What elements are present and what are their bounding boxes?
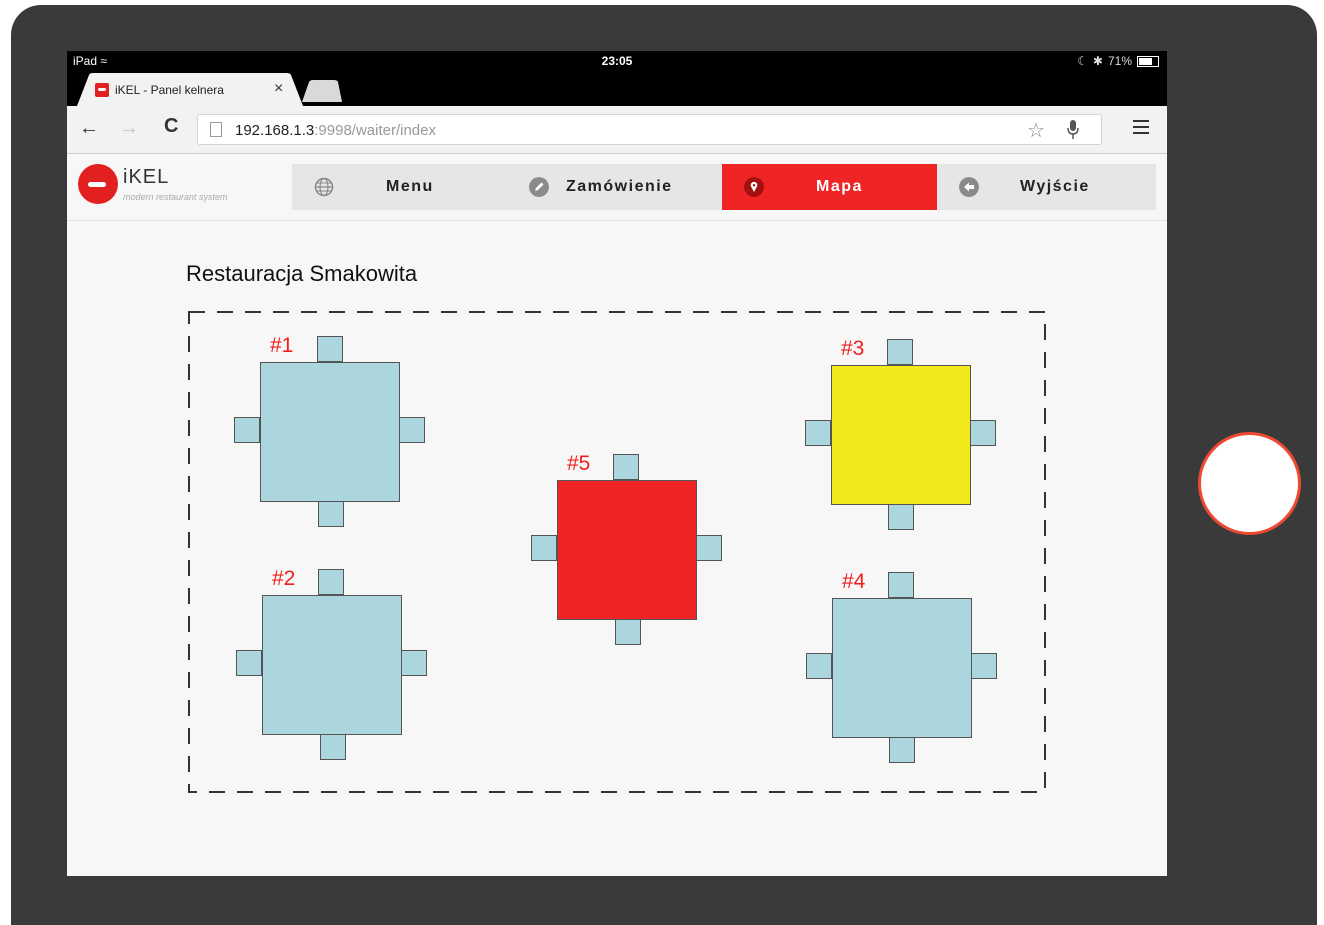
home-button[interactable] bbox=[1198, 432, 1301, 535]
chair bbox=[317, 336, 343, 362]
chair bbox=[615, 619, 641, 645]
pencil-icon bbox=[529, 177, 549, 197]
logo-name: iKEL bbox=[123, 166, 170, 188]
table-label: #5 bbox=[567, 452, 591, 475]
chair bbox=[888, 504, 914, 530]
table-top[interactable] bbox=[262, 595, 402, 735]
table-2[interactable]: #2 bbox=[236, 567, 428, 761]
table-top[interactable] bbox=[260, 362, 400, 502]
page-title: Restauracja Smakowita bbox=[186, 261, 418, 286]
chair bbox=[531, 535, 557, 561]
favicon-icon bbox=[95, 83, 109, 97]
nav-wyjscie[interactable]: Wyjście bbox=[937, 164, 1156, 210]
table-3[interactable]: #3 bbox=[805, 337, 997, 531]
chair bbox=[971, 653, 997, 679]
chair bbox=[399, 417, 425, 443]
address-bar[interactable]: 192.168.1.3:9998/waiter/index ☆ bbox=[197, 114, 1102, 145]
browser-menu-icon[interactable] bbox=[1133, 120, 1149, 134]
logo-subtitle: modern restaurant system bbox=[123, 192, 228, 202]
new-tab-button[interactable] bbox=[302, 80, 342, 102]
table-4[interactable]: #4 bbox=[806, 570, 998, 764]
battery-percent: 71% bbox=[1107, 54, 1132, 68]
chair bbox=[889, 737, 915, 763]
table-1[interactable]: #1 bbox=[234, 334, 426, 528]
chair bbox=[888, 572, 914, 598]
bookmark-star-icon[interactable]: ☆ bbox=[1027, 118, 1045, 143]
table-label: #4 bbox=[842, 570, 866, 593]
nav-zamowienie-label: Zamówienie bbox=[566, 178, 673, 195]
logo-icon bbox=[78, 164, 118, 204]
map-pin-icon bbox=[744, 177, 764, 197]
app-header: iKEL modern restaurant system Menu Zamów bbox=[67, 154, 1167, 221]
chair bbox=[805, 420, 831, 446]
status-right: ☾ ✱ 71% bbox=[1077, 54, 1159, 68]
nav-wyjscie-label: Wyjście bbox=[1020, 178, 1090, 195]
microphone-icon[interactable] bbox=[1067, 120, 1079, 140]
chair bbox=[613, 454, 639, 480]
chair bbox=[236, 650, 262, 676]
chair bbox=[318, 569, 344, 595]
screen: iPad ≈ 23:05 ☾ ✱ 71% iKEL - Panel kelner… bbox=[67, 51, 1167, 876]
table-label: #1 bbox=[270, 334, 294, 357]
chair bbox=[234, 417, 260, 443]
reload-icon[interactable]: C bbox=[164, 115, 178, 138]
chair bbox=[806, 653, 832, 679]
page-icon bbox=[210, 122, 222, 137]
tab-title: iKEL - Panel kelnera bbox=[115, 83, 224, 97]
tab-close-button[interactable]: × bbox=[274, 80, 283, 98]
table-label: #2 bbox=[272, 567, 296, 590]
chair bbox=[401, 650, 427, 676]
chair bbox=[318, 501, 344, 527]
nav-mapa-label: Mapa bbox=[816, 178, 863, 195]
table-5[interactable]: #5 bbox=[531, 452, 723, 646]
table-top[interactable] bbox=[832, 598, 972, 738]
globe-icon bbox=[314, 177, 334, 197]
url-text[interactable]: 192.168.1.3:9998/waiter/index bbox=[235, 122, 436, 139]
battery-icon bbox=[1137, 55, 1159, 67]
table-top[interactable] bbox=[831, 365, 971, 505]
chair bbox=[320, 734, 346, 760]
url-host: 192.168.1.3 bbox=[235, 122, 315, 139]
main-nav: Menu Zamówienie Mapa Wyjście bbox=[292, 164, 1156, 210]
chair bbox=[970, 420, 996, 446]
forward-arrow-icon[interactable]: → bbox=[119, 117, 139, 140]
table-top[interactable] bbox=[557, 480, 697, 620]
chair bbox=[887, 339, 913, 365]
bluetooth-icon: ✱ bbox=[1092, 54, 1103, 68]
nav-menu[interactable]: Menu bbox=[292, 164, 507, 210]
nav-mapa[interactable]: Mapa bbox=[722, 164, 937, 210]
url-path: :9998/waiter/index bbox=[314, 122, 436, 139]
nav-menu-label: Menu bbox=[386, 178, 434, 195]
table-label: #3 bbox=[841, 337, 865, 360]
nav-zamowienie[interactable]: Zamówienie bbox=[507, 164, 722, 210]
moon-icon: ☾ bbox=[1077, 54, 1088, 68]
tab-strip: iKEL - Panel kelnera × bbox=[67, 71, 1167, 106]
status-bar: iPad ≈ 23:05 ☾ ✱ 71% bbox=[67, 51, 1167, 71]
chair bbox=[696, 535, 722, 561]
status-time: 23:05 bbox=[601, 54, 633, 68]
arrow-left-icon bbox=[959, 177, 979, 197]
back-arrow-icon[interactable]: ← bbox=[79, 117, 99, 140]
browser-toolbar: ← → C 192.168.1.3:9998/waiter/index ☆ bbox=[67, 106, 1167, 154]
